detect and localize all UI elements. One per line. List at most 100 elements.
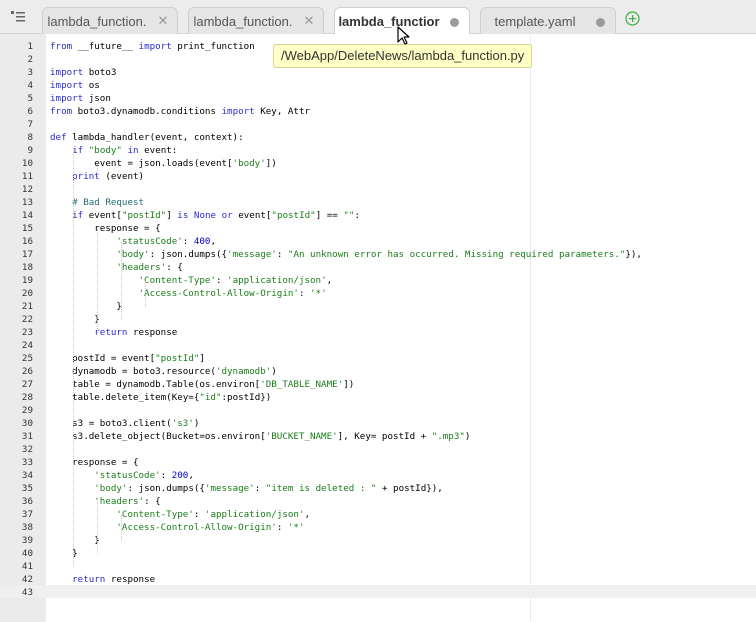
unsaved-dot-icon[interactable] [450,18,459,27]
line-number: 5 [27,93,33,104]
line-number: 37 [21,509,33,520]
line-number: 25 [21,353,33,364]
code-line[interactable]: 10 event = json.loads(event['body']) [0,157,756,170]
line-number: 24 [21,340,33,351]
code-text: if "body" in event: [72,145,178,156]
line-number: 10 [21,158,33,169]
code-line[interactable]: 29 [0,404,756,417]
code-line[interactable]: 28 table.delete_item(Key={"id":postId}) [0,391,756,404]
code-text: if event["postId"] is None or event["pos… [72,210,360,221]
code-line[interactable]: 16 'statusCode': 400, [0,235,756,248]
code-text: 'Access-Control-Allow-Origin': '*' [116,522,305,533]
code-line[interactable]: 39 } [0,534,756,547]
tab-bar: lambda_function. ✕ lambda_function. ✕ la… [0,0,756,35]
code-line[interactable]: 22 } [0,313,756,326]
code-line[interactable]: 6 from boto3.dynamodb.conditions import K… [0,105,756,118]
code-line[interactable]: 34 'statusCode': 200, [0,469,756,482]
mouse-cursor-icon [397,26,411,46]
code-line[interactable]: 11 print (event) [0,170,756,183]
code-line[interactable]: 12 [0,183,756,196]
unsaved-dot-icon[interactable] [596,18,605,27]
code-line[interactable]: 43 [0,586,756,599]
code-text: 'Access-Control-Allow-Origin': '*' [138,288,327,299]
code-line[interactable]: 26 dynamodb = boto3.resource('dynamodb') [0,365,756,378]
file-tree-menu-icon[interactable] [10,10,26,24]
code-line[interactable]: 23 return response [0,326,756,339]
line-number: 35 [21,483,33,494]
code-text: 'headers': { [94,496,161,507]
code-line[interactable]: 27 table = dynamodb.Table(os.environ['DB… [0,378,756,391]
code-text: table.delete_item(Key={"id":postId}) [50,392,272,403]
tab-label: lambda_function. [47,14,147,29]
tab-lambda-function-1[interactable]: lambda_function. ✕ [42,7,178,35]
close-icon[interactable]: ✕ [157,14,169,28]
code-line[interactable]: 37 'Content-Type': 'application/json', [0,508,756,521]
code-text: 'Content-Type': 'application/json', [116,509,311,520]
code-line[interactable]: 31 s3.delete_object(Bucket=os.environ['B… [0,430,756,443]
code-line[interactable]: 32 [0,443,756,456]
code-line[interactable]: 18 'headers': { [0,261,756,274]
code-line[interactable]: 8 def lambda_handler(event, context): [0,131,756,144]
line-number: 3 [27,67,33,78]
code-line[interactable]: 42 return response [0,573,756,586]
code-line[interactable]: 5 import json [0,92,756,105]
code-line[interactable]: 41 [0,560,756,573]
line-number: 21 [21,301,33,312]
code-line[interactable]: 9 if "body" in event: [0,144,756,157]
indent-guide [121,515,122,541]
code-line[interactable]: 21 } [0,300,756,313]
code-text: response = { [50,223,161,234]
code-line[interactable]: 15 response = { [0,222,756,235]
code-text: def lambda_handler(event, context): [50,132,244,143]
code-line[interactable]: 19 'Content-Type': 'application/json', [0,274,756,287]
line-number: 31 [21,431,33,442]
indent-guide [97,164,98,177]
code-text: # Bad Request [72,197,145,208]
code-text: s3.delete_object(Bucket=os.environ['BUCK… [50,431,471,442]
indent-guide [97,229,98,333]
code-text: 'statusCode': 400, [116,236,217,247]
code-line[interactable]: 17 'body': json.dumps({'message': "An un… [0,248,756,261]
line-number: 6 [27,106,33,117]
code-line[interactable]: 30 s3 = boto3.client('s3') [0,417,756,430]
code-line[interactable]: 33 response = { [0,456,756,469]
line-number: 2 [27,54,33,65]
code-text: 'headers': { [116,262,183,273]
code-line[interactable]: 13 # Bad Request [0,196,756,209]
code-line[interactable]: 14 if event["postId"] is None or event["… [0,209,756,222]
code-line[interactable]: 20 'Access-Control-Allow-Origin': '*' [0,287,756,300]
code-line[interactable]: 4 import os [0,79,756,92]
code-text: 'body': json.dumps({'message': "An unkno… [116,249,642,260]
line-number: 30 [21,418,33,429]
code-text: import json [50,93,111,104]
code-line[interactable]: 40 } [0,547,756,560]
line-number: 28 [21,392,33,403]
close-icon[interactable]: ✕ [303,14,315,28]
tab-lambda-function-2[interactable]: lambda_function. ✕ [188,7,324,35]
indent-guide [97,502,98,554]
code-line[interactable]: 7 [0,118,756,131]
line-number: 19 [21,275,33,286]
code-line[interactable]: 38 'Access-Control-Allow-Origin': '*' [0,521,756,534]
code-text: event = json.loads(event['body']) [50,158,277,169]
code-line[interactable]: 35 'body': json.dumps({'message': "item … [0,482,756,495]
line-number: 29 [21,405,33,416]
code-line[interactable]: 25 postId = event["postId"] [0,352,756,365]
line-number: 22 [21,314,33,325]
code-text: } [50,535,100,546]
code-text: from __future__ import print_function [50,41,255,52]
code-text: return response [72,574,156,585]
line-number: 12 [21,184,33,195]
indent-guide [121,242,122,320]
line-number: 11 [21,171,33,182]
code-editor[interactable]: 1 from __future__ import print_function 2 3… [0,34,756,622]
code-line[interactable]: 24 [0,339,756,352]
code-text: import os [50,80,100,91]
tab-template-yaml[interactable]: template.yaml [480,7,616,35]
tab-label: lambda_function. [193,14,293,29]
code-line[interactable]: 36 'headers': { [0,495,756,508]
file-path-tooltip: /WebApp/DeleteNews/lambda_function.py [273,44,533,68]
line-number: 27 [21,379,33,390]
add-tab-icon[interactable] [625,11,640,26]
line-number: 36 [21,496,33,507]
